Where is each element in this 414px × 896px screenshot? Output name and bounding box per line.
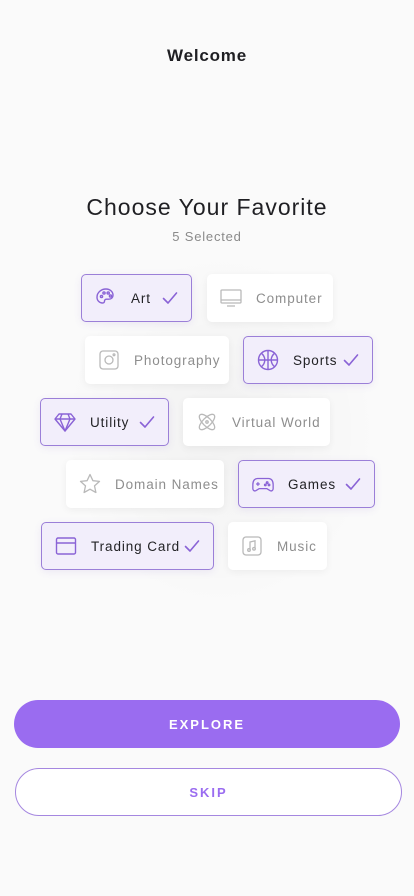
header-title: Welcome [167,46,247,65]
checkmark-icon [344,475,362,493]
welcome-screen: Welcome Choose Your Favorite 5 Selected … [0,0,414,896]
chip-label: Domain Names [115,476,219,492]
chip-virtual-world[interactable]: Virtual World [183,398,330,446]
checkmark-icon [138,413,156,431]
card-icon [54,534,78,558]
gamepad-icon [251,472,275,496]
chip-computer[interactable]: Computer [207,274,333,322]
checkmark-icon [183,537,201,555]
palette-icon [94,286,118,310]
chip-domain-names[interactable]: Domain Names [66,460,224,508]
chip-label: Trading Card [91,538,181,554]
chip-utility[interactable]: Utility [40,398,169,446]
explore-button[interactable]: EXPLORE [14,700,400,748]
chip-label: Utility [90,414,130,430]
chip-music[interactable]: Music [228,522,327,570]
music-note-icon [240,534,264,558]
checkmark-icon [342,351,360,369]
page-title: Choose Your Favorite [86,194,328,220]
monitor-icon [219,286,243,310]
chip-label: Virtual World [232,414,321,430]
basketball-icon [256,348,280,372]
checkmark-icon [161,289,179,307]
star-icon [78,472,102,496]
skip-button[interactable]: SKIP [15,768,402,816]
chip-photography[interactable]: Photography [85,336,229,384]
chip-label: Games [288,476,337,492]
chip-label: Sports [293,352,338,368]
chip-label: Music [277,538,317,554]
selected-count: 5 Selected [172,229,242,244]
chip-art[interactable]: Art [81,274,192,322]
chip-trading-card[interactable]: Trading Card [41,522,214,570]
chip-sports[interactable]: Sports [243,336,373,384]
atom-icon [195,410,219,434]
camera-icon [97,348,121,372]
chip-label: Art [131,290,151,306]
chip-label: Computer [256,290,323,306]
chip-games[interactable]: Games [238,460,375,508]
diamond-icon [53,410,77,434]
chip-label: Photography [134,352,221,368]
